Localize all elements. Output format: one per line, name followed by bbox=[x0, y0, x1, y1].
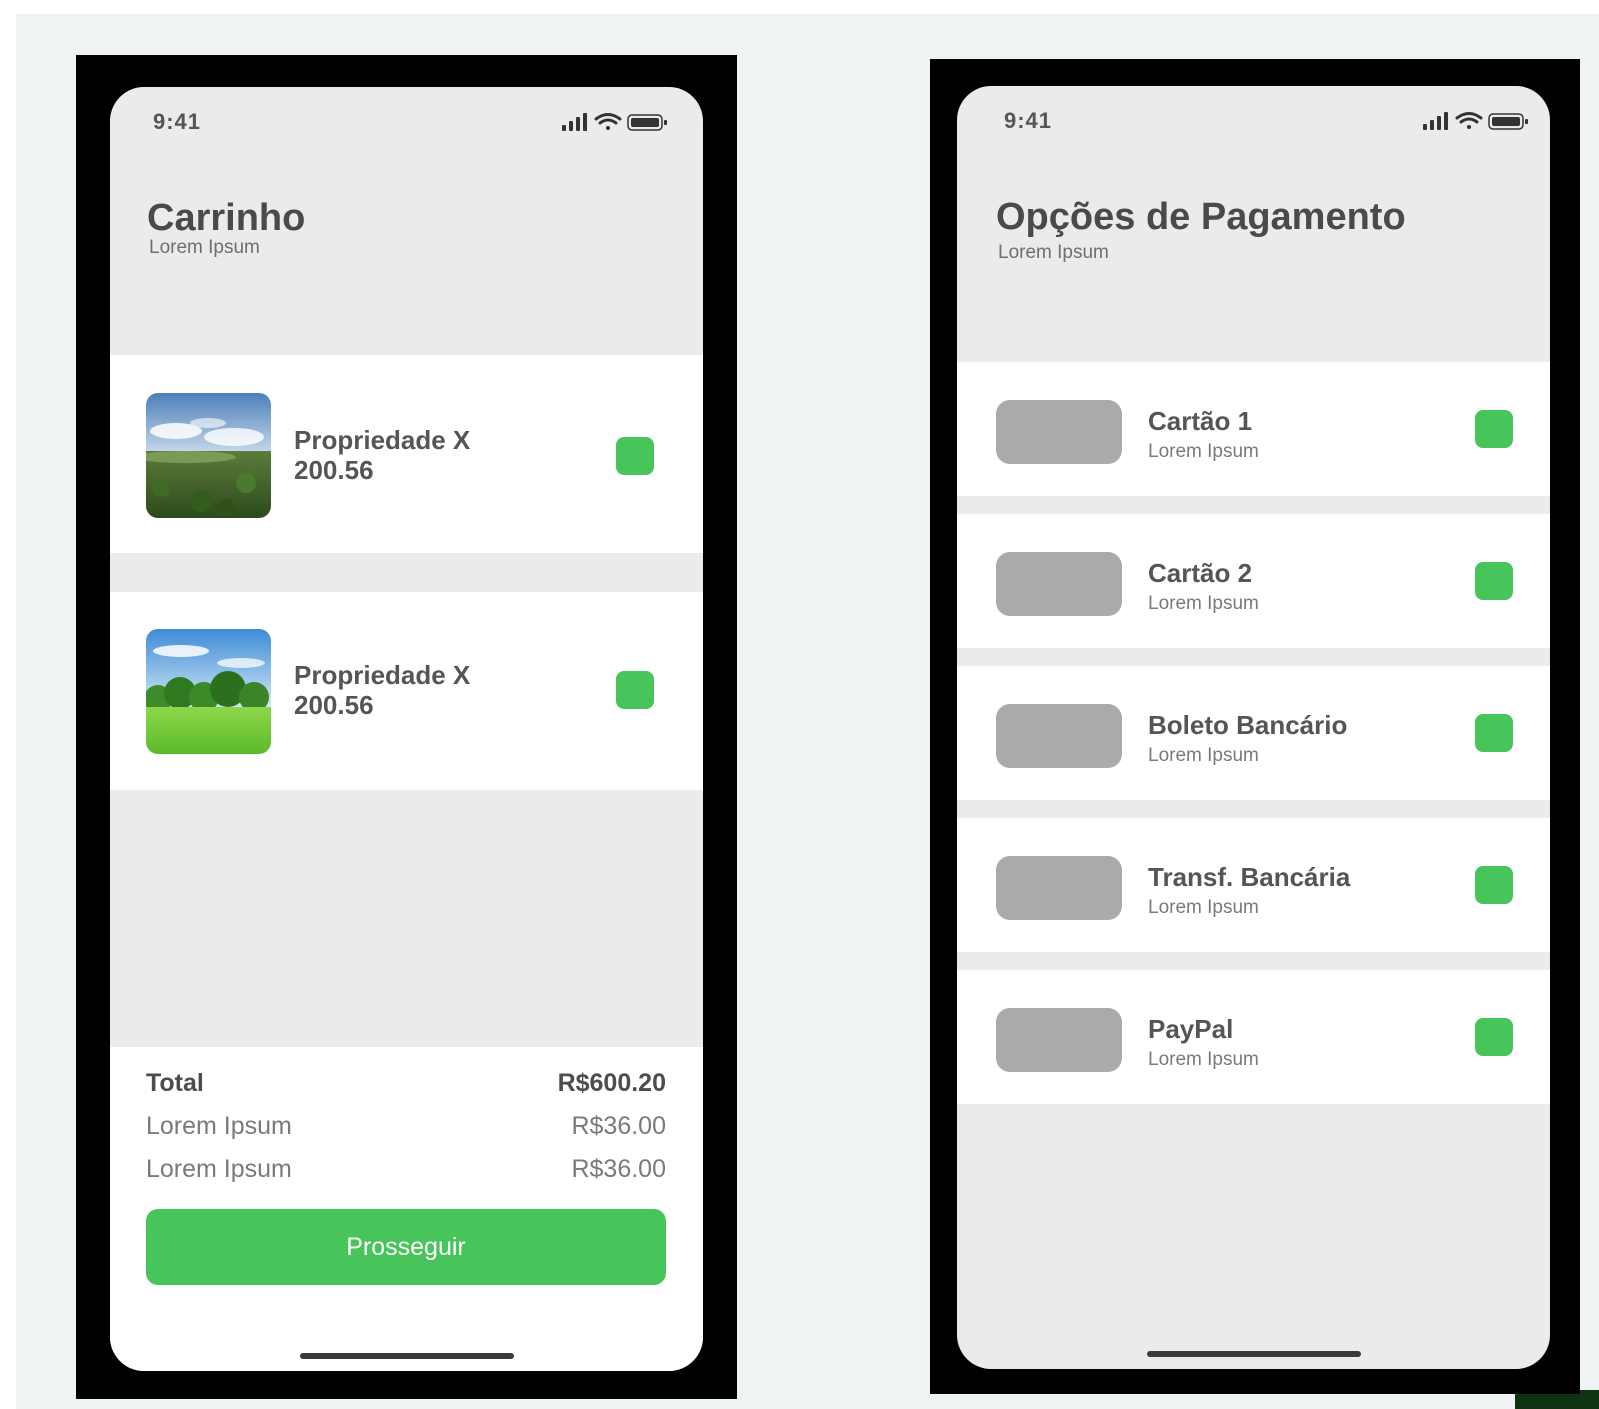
payment-option-title: Cartão 2 bbox=[1148, 558, 1253, 588]
payment-option-title: Cartão 1 bbox=[1148, 406, 1253, 436]
status-time: 9:41 bbox=[153, 109, 202, 134]
page-title: Carrinho bbox=[147, 197, 306, 239]
page-subtitle: Lorem Ipsum bbox=[149, 237, 260, 258]
page-title: Opções de Pagamento bbox=[996, 196, 1406, 238]
payment-option-subtitle: Lorem Ipsum bbox=[1148, 593, 1259, 614]
battery-icon bbox=[627, 114, 667, 131]
total-label: Total bbox=[146, 1069, 204, 1097]
payment-screen: 9:41 Opções de Pagamento Lorem Ipsum Car… bbox=[957, 86, 1550, 1369]
page-subtitle: Lorem Ipsum bbox=[998, 242, 1109, 263]
home-indicator[interactable] bbox=[300, 1353, 514, 1359]
payment-option-title: Transf. Bancária bbox=[1148, 862, 1351, 892]
proceed-button[interactable]: Prosseguir bbox=[146, 1209, 666, 1285]
payment-logo-placeholder bbox=[996, 552, 1122, 616]
payment-option-card-4[interactable]: Transf. Bancária Lorem Ipsum bbox=[957, 818, 1550, 952]
payment-option-subtitle: Lorem Ipsum bbox=[1148, 441, 1259, 462]
property-thumbnail bbox=[146, 629, 271, 754]
total-value: R$600.20 bbox=[557, 1069, 666, 1097]
wifi-icon bbox=[1455, 112, 1483, 129]
wifi-icon bbox=[594, 113, 622, 130]
payment-option-subtitle: Lorem Ipsum bbox=[1148, 897, 1259, 918]
cart-item[interactable]: Propriedade X 200.56 bbox=[110, 355, 703, 553]
select-checkbox[interactable] bbox=[1475, 866, 1513, 904]
item-price: 200.56 bbox=[294, 455, 374, 485]
summary-line: Lorem Ipsum R$36.00 bbox=[146, 1112, 666, 1144]
total-row: Total R$600.20 bbox=[146, 1069, 666, 1101]
payment-logo-placeholder bbox=[996, 1008, 1122, 1072]
cart-screen: 9:41 Carrinho Lorem Ipsum Propriedade X … bbox=[110, 87, 703, 1371]
select-checkbox[interactable] bbox=[1475, 410, 1513, 448]
cart-item[interactable]: Propriedade X 200.56 bbox=[110, 592, 703, 790]
signal-icon bbox=[562, 113, 587, 131]
item-name: Propriedade X bbox=[294, 425, 471, 455]
payment-logo-placeholder bbox=[996, 704, 1122, 768]
battery-icon bbox=[1488, 113, 1528, 130]
property-thumbnail bbox=[146, 393, 271, 518]
payment-option-card-5[interactable]: PayPal Lorem Ipsum bbox=[957, 970, 1550, 1104]
payment-option-subtitle: Lorem Ipsum bbox=[1148, 745, 1259, 766]
item-price: 200.56 bbox=[294, 690, 374, 720]
select-checkbox[interactable] bbox=[1475, 562, 1513, 600]
summary-line-label: Lorem Ipsum bbox=[146, 1112, 292, 1140]
signal-icon bbox=[1423, 112, 1448, 130]
status-icons bbox=[1423, 112, 1528, 130]
select-checkbox[interactable] bbox=[1475, 1018, 1513, 1056]
status-icons bbox=[562, 113, 667, 131]
status-time: 9:41 bbox=[1004, 108, 1053, 133]
summary-line-label: Lorem Ipsum bbox=[146, 1155, 292, 1183]
summary-line: Lorem Ipsum R$36.00 bbox=[146, 1155, 666, 1187]
payment-option-title: PayPal bbox=[1148, 1014, 1234, 1044]
payment-logo-placeholder bbox=[996, 400, 1122, 464]
payment-logo-placeholder bbox=[996, 856, 1122, 920]
select-checkbox[interactable] bbox=[616, 437, 654, 475]
payment-option-subtitle: Lorem Ipsum bbox=[1148, 1049, 1259, 1070]
summary-line-value: R$36.00 bbox=[571, 1155, 666, 1183]
select-checkbox[interactable] bbox=[616, 671, 654, 709]
payment-option-title: Boleto Bancário bbox=[1148, 710, 1348, 740]
item-name: Propriedade X bbox=[294, 660, 471, 690]
payment-option-card-1[interactable]: Cartão 1 Lorem Ipsum bbox=[957, 362, 1550, 496]
home-indicator[interactable] bbox=[1147, 1351, 1361, 1357]
select-checkbox[interactable] bbox=[1475, 714, 1513, 752]
payment-option-card-3[interactable]: Boleto Bancário Lorem Ipsum bbox=[957, 666, 1550, 800]
payment-option-card-2[interactable]: Cartão 2 Lorem Ipsum bbox=[957, 514, 1550, 648]
summary-line-value: R$36.00 bbox=[571, 1112, 666, 1140]
